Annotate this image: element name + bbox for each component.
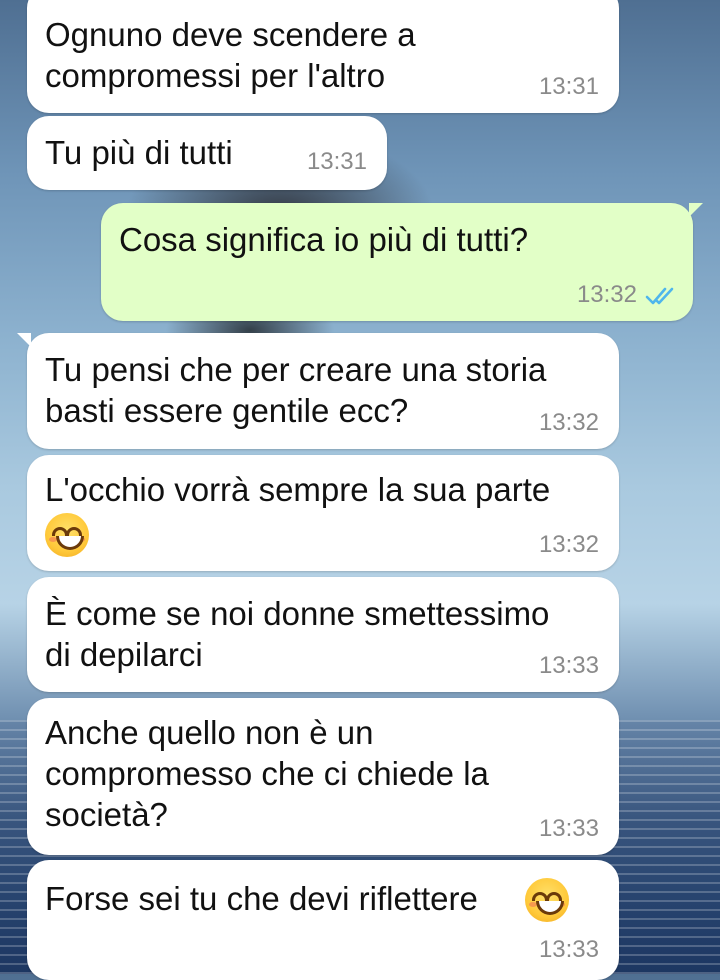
message-bubble-incoming[interactable]: L'occhio vorrà sempre la sua parte 13:32	[27, 455, 619, 571]
message-timestamp: 13:31	[306, 148, 367, 175]
message-text: Tu pensi che per creare una storia basti…	[45, 351, 547, 429]
message-timestamp: 13:32	[538, 531, 599, 558]
message-text: Cosa significa io più di tutti?	[119, 221, 529, 258]
message-bubble-incoming[interactable]: Forse sei tu che devi riflettere 13:33	[27, 860, 619, 980]
message-bubble-outgoing[interactable]: Cosa significa io più di tutti? 13:32	[101, 203, 703, 321]
smiling-face-icon	[45, 513, 89, 557]
read-receipt-icon	[645, 287, 674, 305]
smiling-face-icon	[525, 878, 569, 922]
message-text: Anche quello non è un compromesso che ci…	[45, 714, 489, 833]
message-timestamp: 13:32	[576, 281, 637, 308]
message-text: È come se noi donne smettessimo di depil…	[45, 595, 550, 673]
message-text: Ognuno deve scendere a compromessi per l…	[45, 16, 416, 94]
message-bubble-incoming[interactable]: Tu pensi che per creare una storia basti…	[17, 333, 619, 449]
message-bubble-incoming[interactable]: Anche quello non è un compromesso che ci…	[27, 698, 619, 855]
message-text: Tu più di tutti	[45, 134, 233, 171]
message-timestamp: 13:33	[538, 815, 599, 842]
bubble-tail	[689, 203, 703, 217]
message-bubble-incoming[interactable]: È come se noi donne smettessimo di depil…	[27, 577, 619, 692]
message-timestamp: 13:32	[538, 409, 599, 436]
bubble-tail	[17, 333, 31, 347]
message-bubble-incoming[interactable]: Ognuno deve scendere a compromessi per l…	[27, 0, 619, 113]
message-timestamp: 13:33	[538, 652, 599, 679]
message-timestamp: 13:31	[538, 73, 599, 100]
message-timestamp: 13:33	[538, 936, 599, 963]
message-bubble-incoming[interactable]: Tu più di tutti 13:31	[27, 116, 387, 190]
message-text: Forse sei tu che devi riflettere	[45, 880, 478, 917]
message-text: L'occhio vorrà sempre la sua parte	[45, 471, 551, 508]
